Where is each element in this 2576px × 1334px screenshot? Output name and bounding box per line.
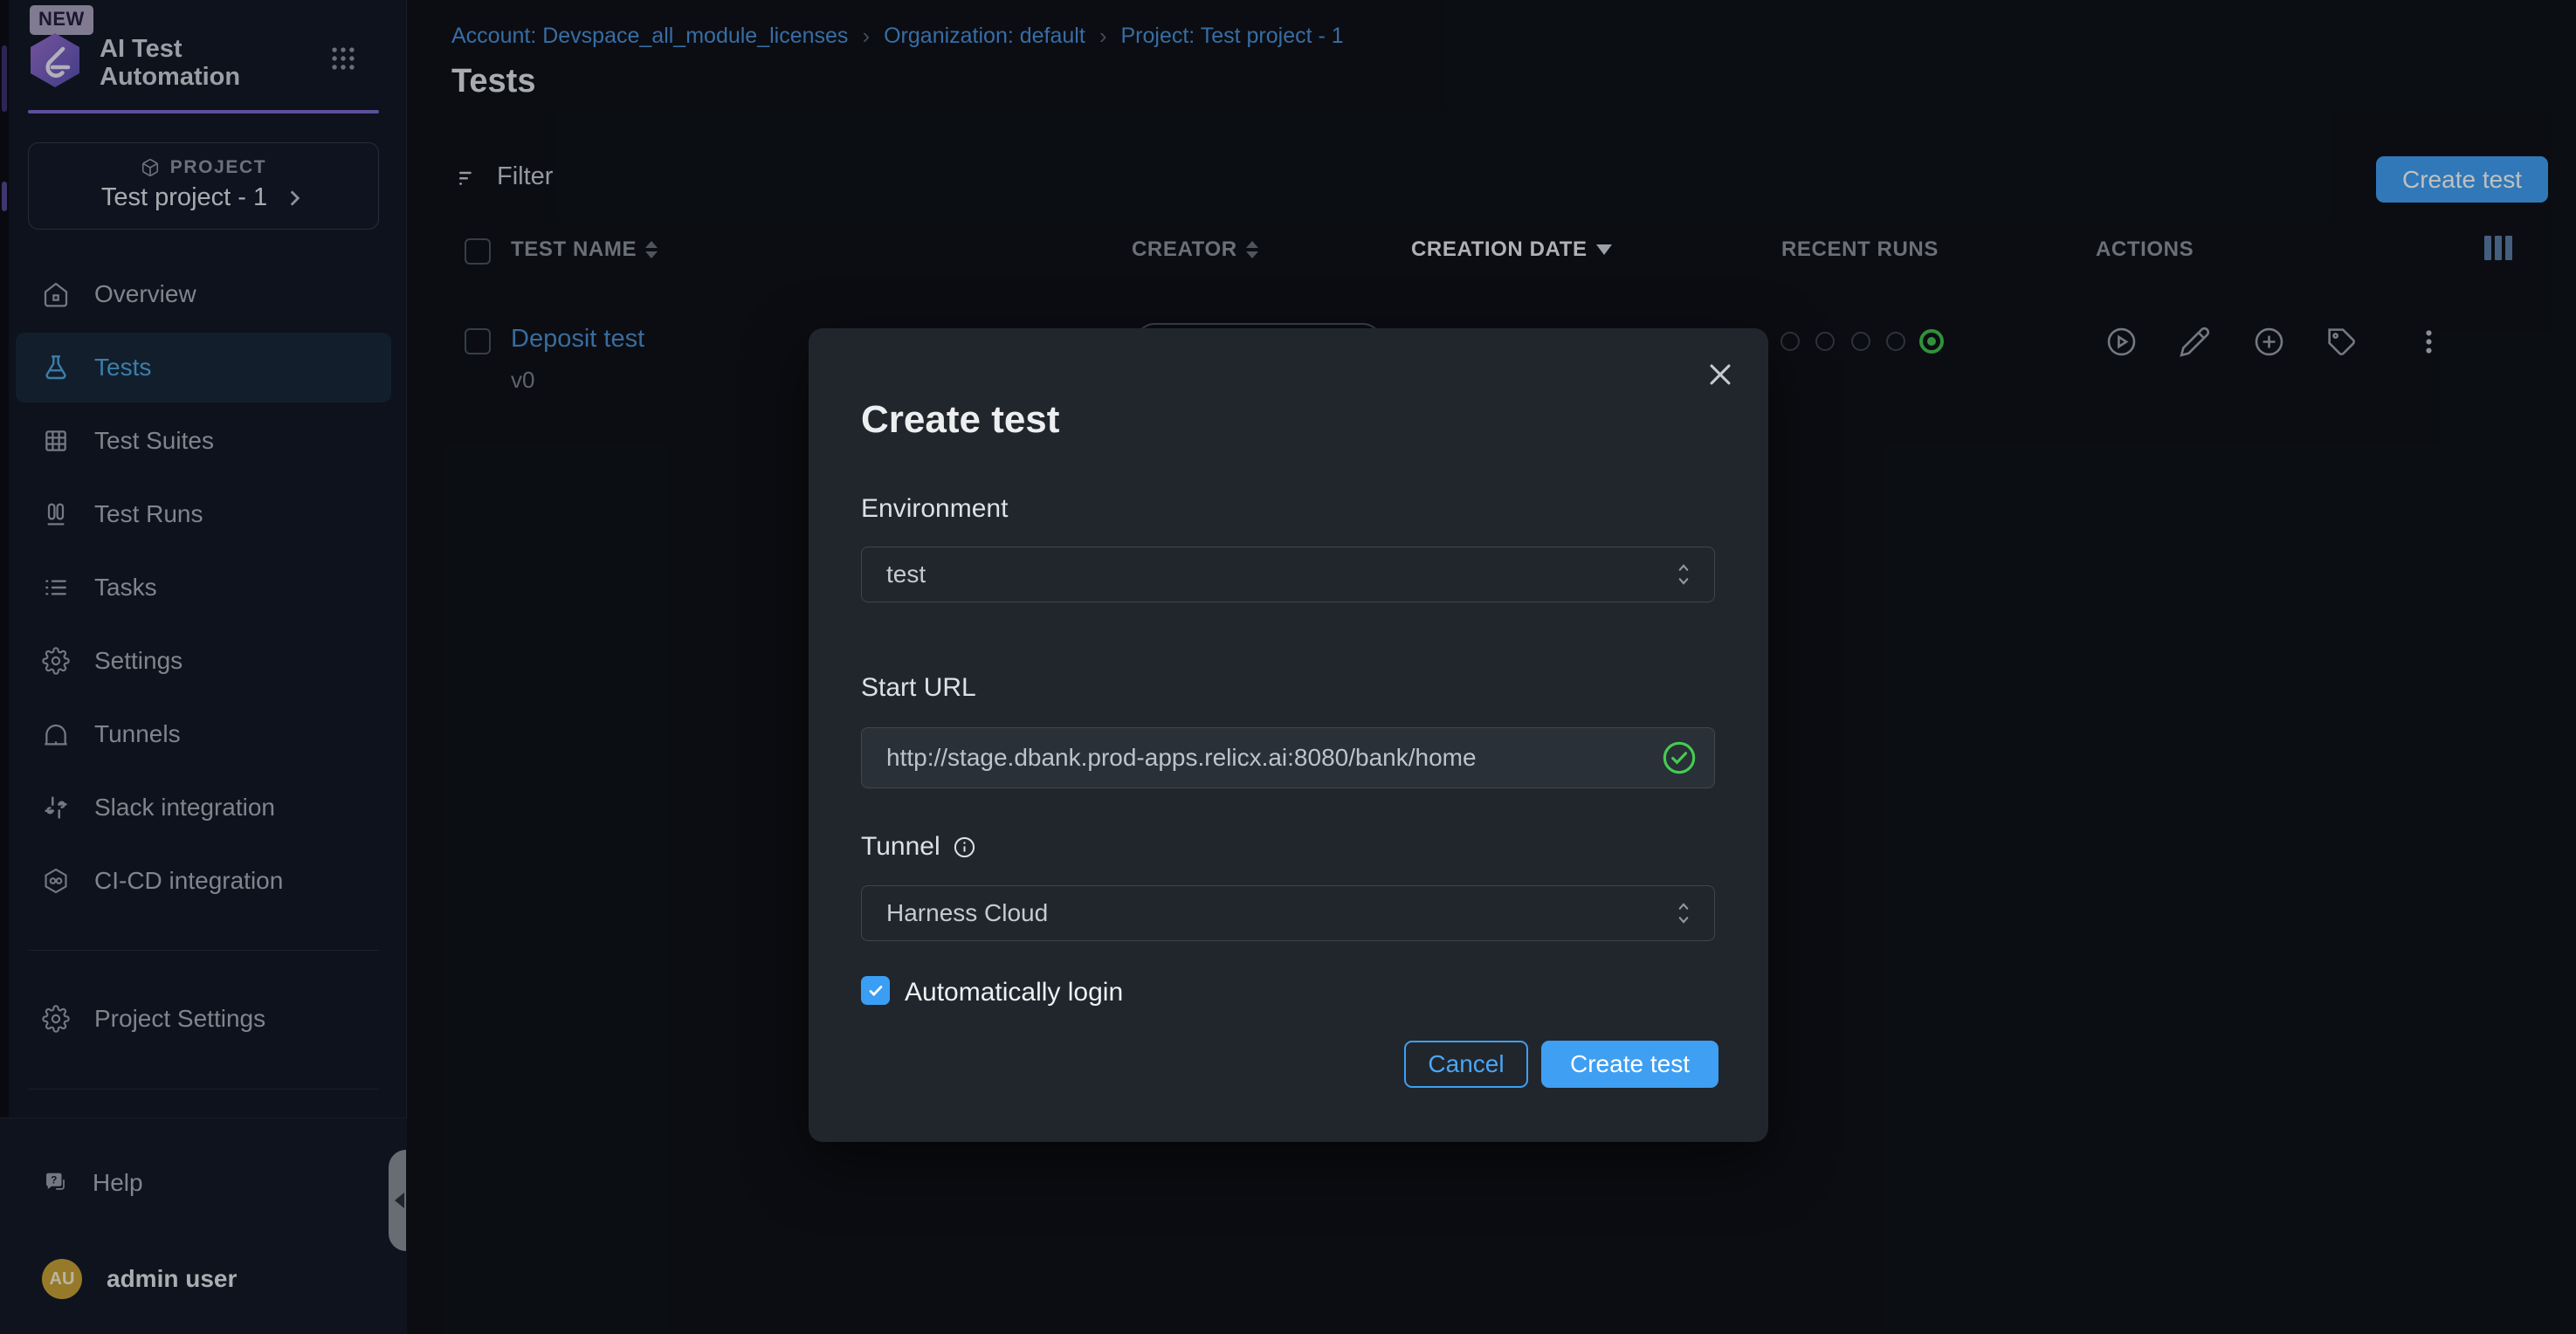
create-test-modal: Create test Environment test Start URL h… xyxy=(809,328,1768,1142)
close-icon[interactable] xyxy=(1705,360,1735,389)
environment-select[interactable]: test xyxy=(861,547,1715,602)
modal-title: Create test xyxy=(861,398,1059,442)
environment-label: Environment xyxy=(861,494,1008,524)
info-icon[interactable] xyxy=(953,835,976,859)
chevron-updown-icon xyxy=(1672,560,1695,589)
auto-login-label: Automatically login xyxy=(905,978,1123,1007)
url-valid-check-icon xyxy=(1662,740,1697,775)
start-url-input[interactable]: http://stage.dbank.prod-apps.relicx.ai:8… xyxy=(861,727,1715,788)
check-icon xyxy=(866,981,885,1000)
tunnel-select[interactable]: Harness Cloud xyxy=(861,885,1715,941)
chevron-updown-icon xyxy=(1672,898,1695,928)
cancel-button[interactable]: Cancel xyxy=(1404,1041,1528,1088)
modal-create-test-button[interactable]: Create test xyxy=(1541,1041,1718,1088)
start-url-label: Start URL xyxy=(861,673,976,703)
tunnel-label: Tunnel xyxy=(861,832,976,862)
auto-login-checkbox[interactable] xyxy=(861,976,890,1005)
